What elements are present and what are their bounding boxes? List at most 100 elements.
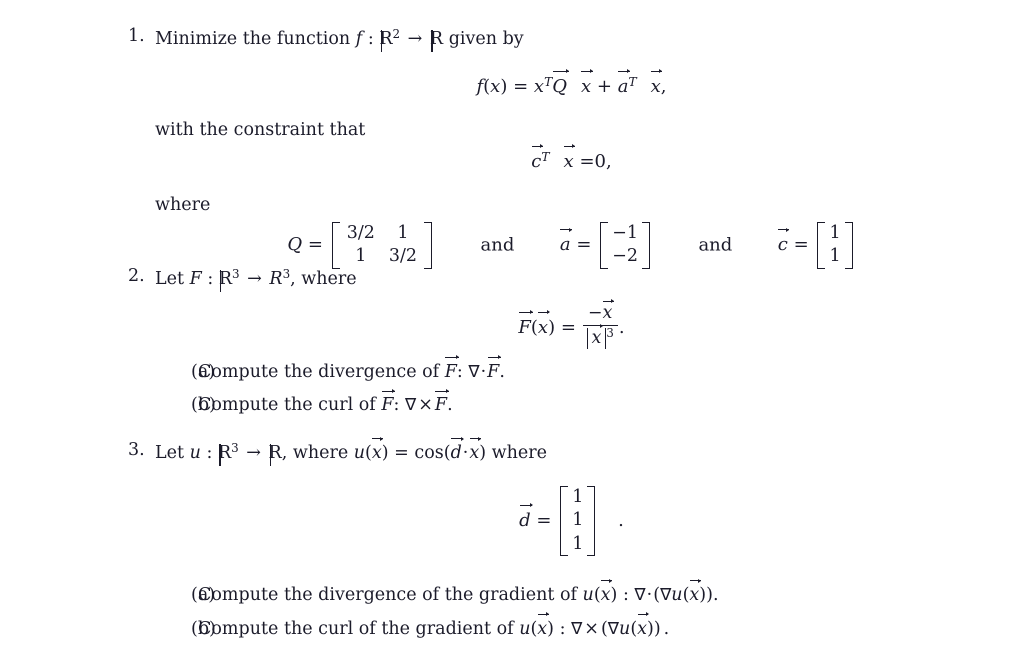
problem-3b-paren-open: ( (530, 618, 538, 639)
matrix-Q-cell-0-0: 3/2 (346, 222, 375, 243)
eq1-paren-close: ) (500, 75, 508, 97)
problem-3b-paren-close: ) (547, 618, 554, 639)
problem-3a-paren-open-2: ( (682, 584, 690, 605)
matrix-d-period: . (618, 509, 624, 531)
vector-a-equals: = (576, 234, 592, 256)
problem-2-field-equation: F(x) = −x x3 . (155, 296, 988, 350)
document-page: 1. Minimize the function f : R2 → R give… (0, 0, 1024, 646)
problem-1-stem-tail: given by (448, 29, 524, 50)
problem-2b-period: . (447, 395, 453, 416)
matrix-c-bracket-left (817, 221, 826, 269)
matrix-Q-label: Q (287, 234, 303, 256)
problem-3-def-arg-vector: x (372, 434, 384, 466)
problem-3a-paren-close: ) (610, 584, 618, 605)
problem-1-body: Minimize the function f : R2 → R given b… (155, 26, 988, 269)
problem-3-subitem-a-label: (a) (191, 584, 216, 605)
problem-3b-colon: : (559, 618, 566, 639)
matrix-Q-grid: 3/2 1 1 3/2 (340, 222, 424, 269)
nabla-icon: ∇ (660, 583, 672, 604)
problem-3a-u2: u (671, 584, 683, 605)
problem-2-let: Let (155, 269, 185, 290)
matrix-d-bracket-right (587, 485, 596, 556)
problem-1-constraint-intro: with the constraint that (155, 120, 366, 141)
problem-3b-paren-open-2: ( (630, 618, 638, 639)
norm-bars-icon: x (586, 321, 607, 349)
vector-c-definition: c = 1 1 (778, 221, 856, 269)
problem-3b-paren-close-2: ) (647, 618, 654, 639)
table-row: 1 (568, 509, 587, 532)
eq2-period: . (618, 316, 625, 338)
problem-1-function-name: f (355, 29, 363, 50)
problem-1-stem: Minimize the function f : R2 → R given b… (155, 26, 988, 52)
nabla-icon: ∇ (571, 617, 583, 638)
nabla-icon: ∇ (468, 360, 480, 381)
problem-3-function-name: u (189, 443, 201, 464)
eq2-F-vector: F (518, 307, 533, 340)
eq2-paren-close: ) (548, 316, 556, 338)
matrix-a-cell-0-0: −1 (612, 222, 638, 243)
matrix-Q-cell-0-1: 1 (397, 222, 409, 243)
matrix-a-bracket-right (641, 221, 650, 269)
problem-2-subitem-a-label: (a) (191, 361, 216, 382)
matrix-c-grid: 1 1 (825, 222, 844, 269)
problem-3a-paren-open: ( (593, 584, 601, 605)
problem-3b-arg-vector-2: x (637, 609, 649, 639)
problem-3-colon: : (206, 443, 213, 464)
matrix-d-cell-1-0: 1 (572, 510, 584, 531)
problem-3-stem-tail: where (491, 443, 547, 464)
vector-a-definition: a = −1 −2 (560, 221, 659, 269)
problem-3-cos-paren-close: ) (479, 443, 487, 464)
problem-3-def-paren-open: ( (365, 443, 372, 464)
table-row: 1 (825, 222, 844, 245)
constraint-c-vector: c (531, 141, 544, 174)
nabla-icon: ∇ (634, 583, 646, 604)
problem-1-domain: R (379, 28, 393, 52)
problem-3-def-paren-close: ) (381, 443, 389, 464)
problem-3b-group-open: ( (600, 618, 608, 639)
matrix-c-cell-0-0: 1 (829, 222, 841, 243)
cross-operator-icon: × (584, 618, 599, 639)
right-arrow-icon: → (407, 29, 423, 50)
problem-3a-group-close: ) (706, 584, 713, 605)
dot-operator-icon: · (462, 443, 469, 464)
problem-2-function-name: F (189, 269, 202, 290)
problem-3a-u: u (582, 584, 594, 605)
matrix-c: 1 1 (817, 221, 853, 269)
problem-3-number: 3. (128, 440, 145, 460)
problem-2b-F-vector-2: F (434, 386, 450, 416)
matrix-c-bracket-right (844, 221, 853, 269)
problem-3-def-u: u (353, 443, 366, 464)
matrix-d: 1 1 1 (560, 485, 596, 556)
eq1-Q-vector: Q (552, 66, 570, 99)
problem-1-where-label: where (155, 195, 211, 216)
constraint-x-vector: x (564, 141, 576, 174)
problem-3-subitems: (a) Compute the divergence of the gradie… (155, 576, 988, 641)
eq2-denominator-x-vector: x (591, 321, 603, 348)
eq1-transpose-1: T (544, 74, 553, 89)
vector-c-equals: = (793, 234, 809, 256)
eq1-lhs-var: x (490, 75, 501, 97)
problem-3-cos: cos (414, 443, 444, 464)
matrix-a-bracket-left (600, 221, 609, 269)
problem-2-subitem-b: (b) Compute the curl of F: ∇ × F. (155, 386, 988, 417)
problem-3a-arg-vector-2: x (689, 576, 701, 605)
matrix-Q: 3/2 1 1 3/2 (331, 221, 433, 269)
matrix-a: −1 −2 (600, 221, 650, 269)
problem-3b-arg-vector: x (537, 609, 549, 639)
problem-2-domain-exponent: 3 (232, 267, 240, 281)
problem-2b-F-vector: F (381, 386, 396, 416)
problem-3-domain-exponent: 3 (231, 441, 239, 455)
nabla-icon: ∇ (607, 617, 620, 638)
problem-3a-colon: : (622, 584, 629, 605)
matrix-a-grid: −1 −2 (608, 222, 642, 269)
eq2-fraction: −x x3 (582, 296, 618, 349)
problem-1: 1. Minimize the function f : R2 → R give… (128, 26, 988, 269)
matrix-Q-definition: Q = 3/2 1 1 3/2 (287, 221, 440, 269)
problem-2a-F-vector-2: F (487, 352, 502, 382)
problem-2-body: Let F : R3 → R3, where F(x) = −x x3 . (a… (155, 266, 988, 417)
problem-2-subitem-a-text: Compute the divergence of (198, 361, 440, 382)
eq2-arg-vector: x (538, 307, 550, 340)
problem-3-subitem-a: (a) Compute the divergence of the gradie… (155, 576, 988, 607)
problem-2-subitem-a: (a) Compute the divergence of F: ∇·F. (155, 352, 988, 384)
matrix-Q-bracket-left (331, 221, 340, 269)
